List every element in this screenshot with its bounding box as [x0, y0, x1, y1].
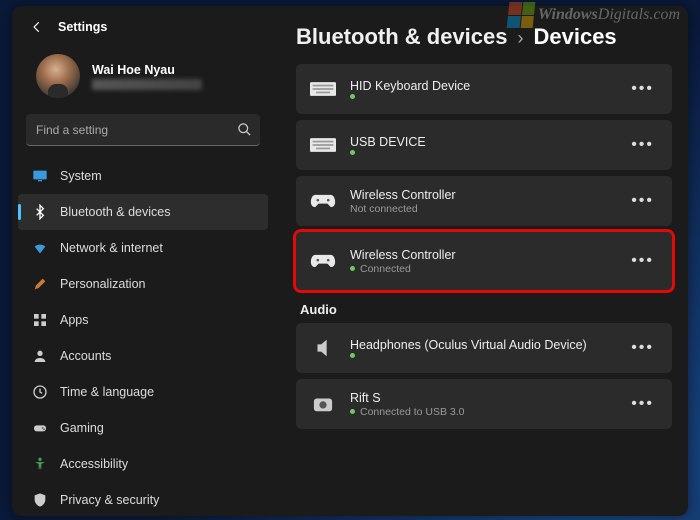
back-arrow-icon [30, 20, 44, 34]
audio-list: Headphones (Oculus Virtual Audio Device)… [296, 323, 672, 429]
nav-item-gaming[interactable]: Gaming [18, 410, 268, 446]
nav-label: Privacy & security [60, 493, 159, 507]
bluetooth-icon [32, 204, 48, 220]
nav-label: Personalization [60, 277, 145, 291]
more-options-button[interactable]: ••• [627, 391, 658, 417]
person-icon [32, 348, 48, 364]
status-dot-icon [350, 150, 355, 155]
device-card[interactable]: Rift S Connected to USB 3.0 ••• [296, 379, 672, 429]
breadcrumb-parent[interactable]: Bluetooth & devices [296, 24, 507, 50]
device-name: Wireless Controller [350, 188, 613, 202]
nav-item-accessibility[interactable]: Accessibility [18, 446, 268, 482]
settings-window: Settings Wai Hoe Nyau System Bluetooth & … [12, 6, 688, 516]
search-box[interactable] [26, 114, 260, 146]
nav-item-bluetooth-devices[interactable]: Bluetooth & devices [18, 194, 268, 230]
monitor-icon [32, 168, 48, 184]
device-status [350, 94, 613, 99]
device-name: USB DEVICE [350, 135, 613, 149]
nav-label: Gaming [60, 421, 104, 435]
device-card[interactable]: Wireless Controller Connected ••• [296, 232, 672, 290]
status-dot-icon [350, 353, 355, 358]
device-name: Rift S [350, 391, 613, 405]
nav-item-system[interactable]: System [18, 158, 268, 194]
keyboard-icon [310, 78, 336, 100]
user-email-redacted [92, 79, 202, 90]
controller-icon [310, 250, 336, 272]
more-options-button[interactable]: ••• [627, 248, 658, 274]
controller-icon [310, 190, 336, 212]
nav-label: Apps [60, 313, 89, 327]
user-name: Wai Hoe Nyau [92, 63, 202, 77]
apps-icon [32, 312, 48, 328]
paint-icon [32, 276, 48, 292]
device-status: Connected [350, 263, 613, 275]
avatar [36, 54, 80, 98]
more-options-button[interactable]: ••• [627, 132, 658, 158]
nav-item-accounts[interactable]: Accounts [18, 338, 268, 374]
device-status: Connected to USB 3.0 [350, 406, 613, 418]
sidebar: Settings Wai Hoe Nyau System Bluetooth & … [12, 6, 274, 516]
nav-item-personalization[interactable]: Personalization [18, 266, 268, 302]
device-status [350, 353, 613, 358]
status-dot-icon [350, 266, 355, 271]
device-card[interactable]: HID Keyboard Device ••• [296, 64, 672, 114]
device-name: HID Keyboard Device [350, 79, 613, 93]
device-name: Headphones (Oculus Virtual Audio Device) [350, 338, 613, 352]
nav-label: Accounts [60, 349, 111, 363]
back-button[interactable] [30, 20, 44, 34]
app-title: Settings [58, 20, 107, 34]
user-profile[interactable]: Wai Hoe Nyau [12, 46, 274, 114]
accessibility-icon [32, 456, 48, 472]
more-options-button[interactable]: ••• [627, 335, 658, 361]
nav-item-apps[interactable]: Apps [18, 302, 268, 338]
search-input[interactable] [36, 123, 237, 137]
main-content: Bluetooth & devices › Devices HID Keyboa… [274, 6, 688, 516]
speaker-icon [310, 337, 336, 359]
device-name: Wireless Controller [350, 248, 613, 262]
breadcrumb-current: Devices [533, 24, 616, 50]
nav-label: Accessibility [60, 457, 128, 471]
nav-label: Bluetooth & devices [60, 205, 171, 219]
camera-icon [310, 393, 336, 415]
more-options-button[interactable]: ••• [627, 76, 658, 102]
clock-icon [32, 384, 48, 400]
status-dot-icon [350, 94, 355, 99]
audio-section-header: Audio [300, 302, 672, 317]
nav-list: System Bluetooth & devices Network & inter… [12, 158, 274, 516]
device-card[interactable]: Headphones (Oculus Virtual Audio Device)… [296, 323, 672, 373]
status-dot-icon [350, 409, 355, 414]
nav-label: Time & language [60, 385, 154, 399]
nav-label: Network & internet [60, 241, 163, 255]
nav-label: System [60, 169, 102, 183]
wifi-icon [32, 240, 48, 256]
search-icon [237, 122, 252, 137]
nav-item-privacy-security[interactable]: Privacy & security [18, 482, 268, 516]
device-status: Not connected [350, 203, 613, 215]
device-status [350, 150, 613, 155]
device-card[interactable]: Wireless Controller Not connected ••• [296, 176, 672, 226]
devices-list: HID Keyboard Device ••• USB DEVICE ••• W… [296, 64, 672, 290]
nav-item-network-internet[interactable]: Network & internet [18, 230, 268, 266]
breadcrumb-separator: › [517, 28, 523, 49]
device-card[interactable]: USB DEVICE ••• [296, 120, 672, 170]
more-options-button[interactable]: ••• [627, 188, 658, 214]
shield-icon [32, 492, 48, 508]
gamepad-icon [32, 420, 48, 436]
breadcrumb: Bluetooth & devices › Devices [296, 24, 672, 50]
nav-item-time-language[interactable]: Time & language [18, 374, 268, 410]
keyboard-icon [310, 134, 336, 156]
